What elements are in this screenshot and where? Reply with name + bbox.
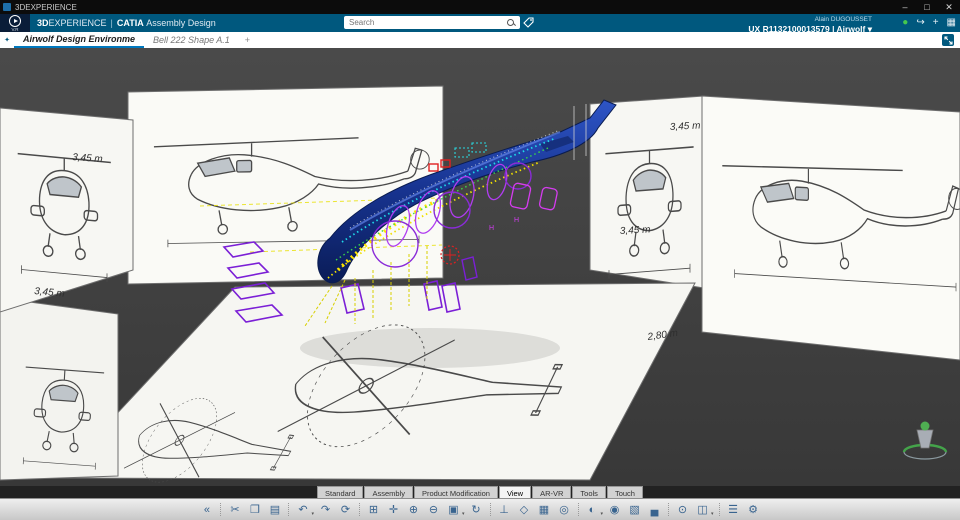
expand-arrows-icon <box>943 35 953 45</box>
tag-icon <box>522 17 534 28</box>
dropdown-caret-icon[interactable]: ▾ <box>311 511 314 520</box>
tag-button[interactable] <box>521 16 535 29</box>
user-context-dropdown[interactable]: Alain DUGOUSSET UX R1132100013579 | Airw… <box>748 14 872 33</box>
toolbar-separator <box>668 503 670 516</box>
toolbar-separator <box>358 503 360 516</box>
redo-icon[interactable]: ↷ <box>317 501 334 518</box>
dropdown-caret-icon[interactable]: ▾ <box>711 511 714 520</box>
undo-icon[interactable]: ↶ <box>294 501 311 518</box>
layers-icon[interactable]: ▧ <box>626 501 643 518</box>
search-icon[interactable] <box>507 18 515 27</box>
app-icon <box>3 3 11 11</box>
add-tab-button[interactable]: + <box>239 32 256 48</box>
maximize-button[interactable]: □ <box>916 0 938 14</box>
tab-bell-222-shape[interactable]: Bell 222 Shape A.1 <box>144 32 239 48</box>
toolbar-separator <box>489 503 491 516</box>
viewport-canvas[interactable]: 3,45 m 3,45 m 2,80 m 12,80 m <box>0 48 960 486</box>
minimize-button[interactable]: – <box>894 0 916 14</box>
pan-icon[interactable]: ✛ <box>385 501 402 518</box>
apps-icon[interactable]: ▦ <box>947 18 956 28</box>
toolbar-separator <box>288 503 290 516</box>
fullscreen-button[interactable] <box>942 34 954 46</box>
blueprint-plane-right-front: 3,45 m 3,45 m <box>589 95 705 289</box>
zoom-in-icon[interactable]: ⊕ <box>405 501 422 518</box>
share-icon[interactable]: ↪ <box>916 18 924 28</box>
paste-icon[interactable]: ▤ <box>266 501 283 518</box>
dimension-label: 3,45 m <box>670 120 701 133</box>
zoom-area-icon[interactable]: ⊞ <box>365 501 382 518</box>
app-bold: CATIA <box>116 18 144 28</box>
rotate-icon[interactable]: ↻ <box>468 501 485 518</box>
app-name: Assembly Design <box>146 18 216 28</box>
blueprint-plane-left-front: 3,45 m 3,45 m <box>0 107 134 313</box>
user-name: Alain DUGOUSSET <box>814 16 872 23</box>
view-compass-gizmo[interactable] <box>902 421 948 460</box>
fit-all-icon[interactable]: ▣ <box>445 501 462 518</box>
look-at-icon[interactable]: ◎ <box>556 501 573 518</box>
blueprint-plane-right-side <box>701 95 960 361</box>
dropdown-caret-icon[interactable]: ▾ <box>601 511 604 520</box>
sketch-annotation: H <box>514 217 519 224</box>
settings-icon[interactable]: ⚙ <box>745 501 762 518</box>
search-input[interactable] <box>347 17 507 28</box>
capture-icon[interactable]: ◫ <box>694 501 711 518</box>
ground-icon[interactable]: ▄ <box>646 501 663 518</box>
add-icon[interactable]: + <box>933 18 939 28</box>
tree-icon[interactable]: ☰ <box>725 501 742 518</box>
brand-rest: EXPERIENCE <box>48 18 107 28</box>
zoom-out-icon[interactable]: ⊖ <box>425 501 442 518</box>
header-bar: V.R 3DEXPERIENCE|CATIA Assembly Design A… <box>0 14 960 33</box>
viewport-3d[interactable]: 3,45 m 3,45 m 2,80 m 12,80 m <box>0 48 960 486</box>
close-button[interactable]: ✕ <box>938 0 960 14</box>
iso-view-icon[interactable]: ◇ <box>516 501 533 518</box>
brand-text: 3DEXPERIENCE | CATIA Assembly Design <box>37 18 216 28</box>
logo-caption: V.R <box>11 26 19 32</box>
action-toolbar: « ✂ ❐ ▤ ↶ ▾ ↷ ⟳ ⊞ ✛ ⊕ ⊖ ▣ ▾ ↻ ⊥ ◇ ▦ ◎ ◐ … <box>0 498 960 520</box>
brand-bold: 3D <box>37 18 49 28</box>
blueprint-plane-left-side <box>127 85 444 285</box>
tab-airwolf-design-environment[interactable]: Airwolf Design Environme <box>14 32 145 48</box>
multi-view-icon[interactable]: ▦ <box>536 501 553 518</box>
window-titlebar: 3DEXPERIENCE – □ ✕ <box>0 0 960 14</box>
status-online-icon[interactable]: ● <box>902 18 908 28</box>
compass-icon <box>9 14 21 27</box>
compass-logo[interactable]: V.R <box>0 14 30 32</box>
search-box[interactable] <box>344 16 520 29</box>
blueprint-plane-floor: 2,80 m 12,80 m <box>47 282 696 486</box>
collapse-toolbar-icon[interactable]: « <box>198 501 215 518</box>
document-tabbar: ✦ Airwolf Design Environme Bell 222 Shap… <box>0 32 960 49</box>
dimension-label: 3,45 m <box>620 224 651 237</box>
dropdown-caret-icon[interactable]: ▾ <box>462 511 465 520</box>
toolbar-separator <box>577 503 579 516</box>
toolbar-separator <box>220 503 222 516</box>
3dexperience-window: 3DEXPERIENCE – □ ✕ V.R 3DEXPERIENCE | CATI… <box>0 0 960 520</box>
tab-flag-icon: ✦ <box>4 37 10 44</box>
dimension-label: 3,45 m <box>72 152 103 165</box>
copy-icon[interactable]: ❐ <box>246 501 263 518</box>
render-style-icon[interactable]: ◐ <box>584 501 601 518</box>
blueprint-plane-bottom-left <box>0 297 119 481</box>
brand-divider: | <box>110 18 113 28</box>
normal-view-icon[interactable]: ⊥ <box>496 501 513 518</box>
window-title: 3DEXPERIENCE <box>15 2 77 12</box>
header-icons: ● ↪ + ▦ <box>902 18 956 28</box>
update-icon[interactable]: ⟳ <box>337 501 354 518</box>
magnifier-icon[interactable]: ⊙ <box>674 501 691 518</box>
sketch-annotation: H <box>489 225 494 232</box>
cut-icon[interactable]: ✂ <box>226 501 243 518</box>
hide-show-icon[interactable]: ◉ <box>606 501 623 518</box>
toolbar-separator <box>718 503 720 516</box>
